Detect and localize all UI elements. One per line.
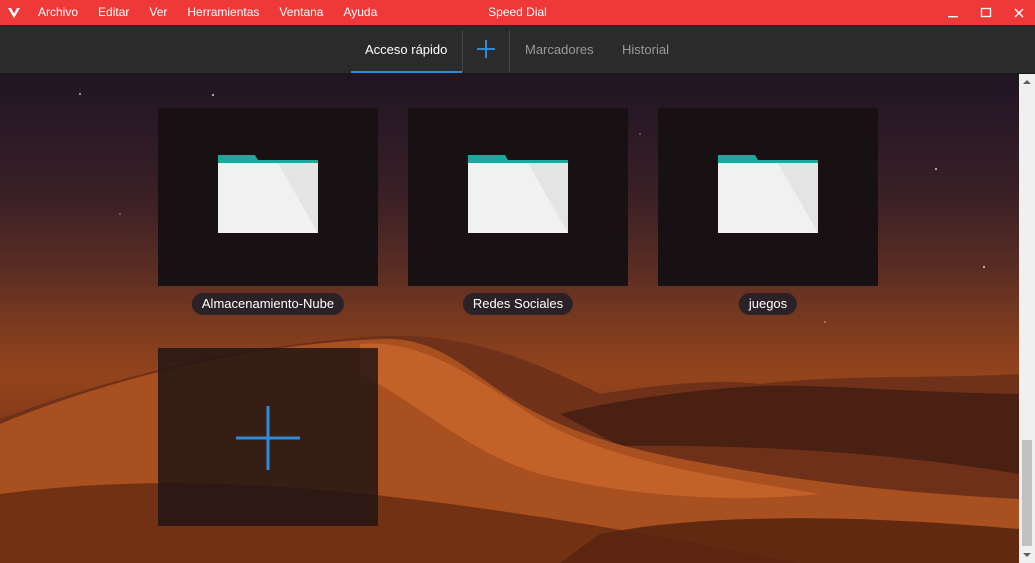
minimize-button[interactable] [936,0,969,25]
menu-ayuda[interactable]: Ayuda [333,0,387,25]
maximize-button[interactable] [969,0,1002,25]
vivaldi-logo-icon[interactable] [6,5,22,20]
menu-editar[interactable]: Editar [88,0,139,25]
speed-dial-tab-bar: Acceso rápido Marcadores Historial [0,25,1035,74]
folder-label[interactable]: Almacenamiento-Nube [191,293,345,315]
add-speed-dial-button[interactable] [474,37,498,61]
speed-dial-folder-tile[interactable] [658,108,878,286]
add-speed-dial-tile[interactable] [158,348,378,526]
scroll-up-button[interactable] [1019,74,1035,90]
maximize-icon [980,7,991,17]
title-bar: Archivo Editar Ver Herramientas Ventana … [0,0,1035,25]
arrow-up-icon [1023,80,1031,84]
folder-label[interactable]: juegos [738,293,798,315]
menu-ver[interactable]: Ver [139,0,177,25]
menu-herramientas[interactable]: Herramientas [177,0,269,25]
scroll-down-button[interactable] [1019,547,1035,563]
window-controls [936,0,1035,25]
minimize-icon [947,15,958,17]
folder-icon [468,155,568,233]
plus-icon [236,406,300,470]
tab-marcadores[interactable]: Marcadores [525,25,594,73]
folder-icon [218,155,318,233]
tab-divider [462,30,463,72]
close-icon [1014,8,1023,17]
scrollbar-thumb[interactable] [1022,440,1032,546]
active-tab-indicator [351,71,462,73]
tab-historial[interactable]: Historial [622,25,669,73]
tab-divider [509,30,510,72]
menu-bar: Archivo Editar Ver Herramientas Ventana … [28,0,387,25]
menu-ventana[interactable]: Ventana [269,0,333,25]
speed-dial-folder-tile[interactable] [408,108,628,286]
folder-label[interactable]: Redes Sociales [462,293,574,315]
arrow-down-icon [1023,553,1031,557]
menu-archivo[interactable]: Archivo [28,0,88,25]
tab-acceso-rapido[interactable]: Acceso rápido [365,25,447,73]
speed-dial-folder-tile[interactable] [158,108,378,286]
folder-icon [718,155,818,233]
vertical-scrollbar[interactable] [1019,74,1035,563]
close-button[interactable] [1002,0,1035,25]
